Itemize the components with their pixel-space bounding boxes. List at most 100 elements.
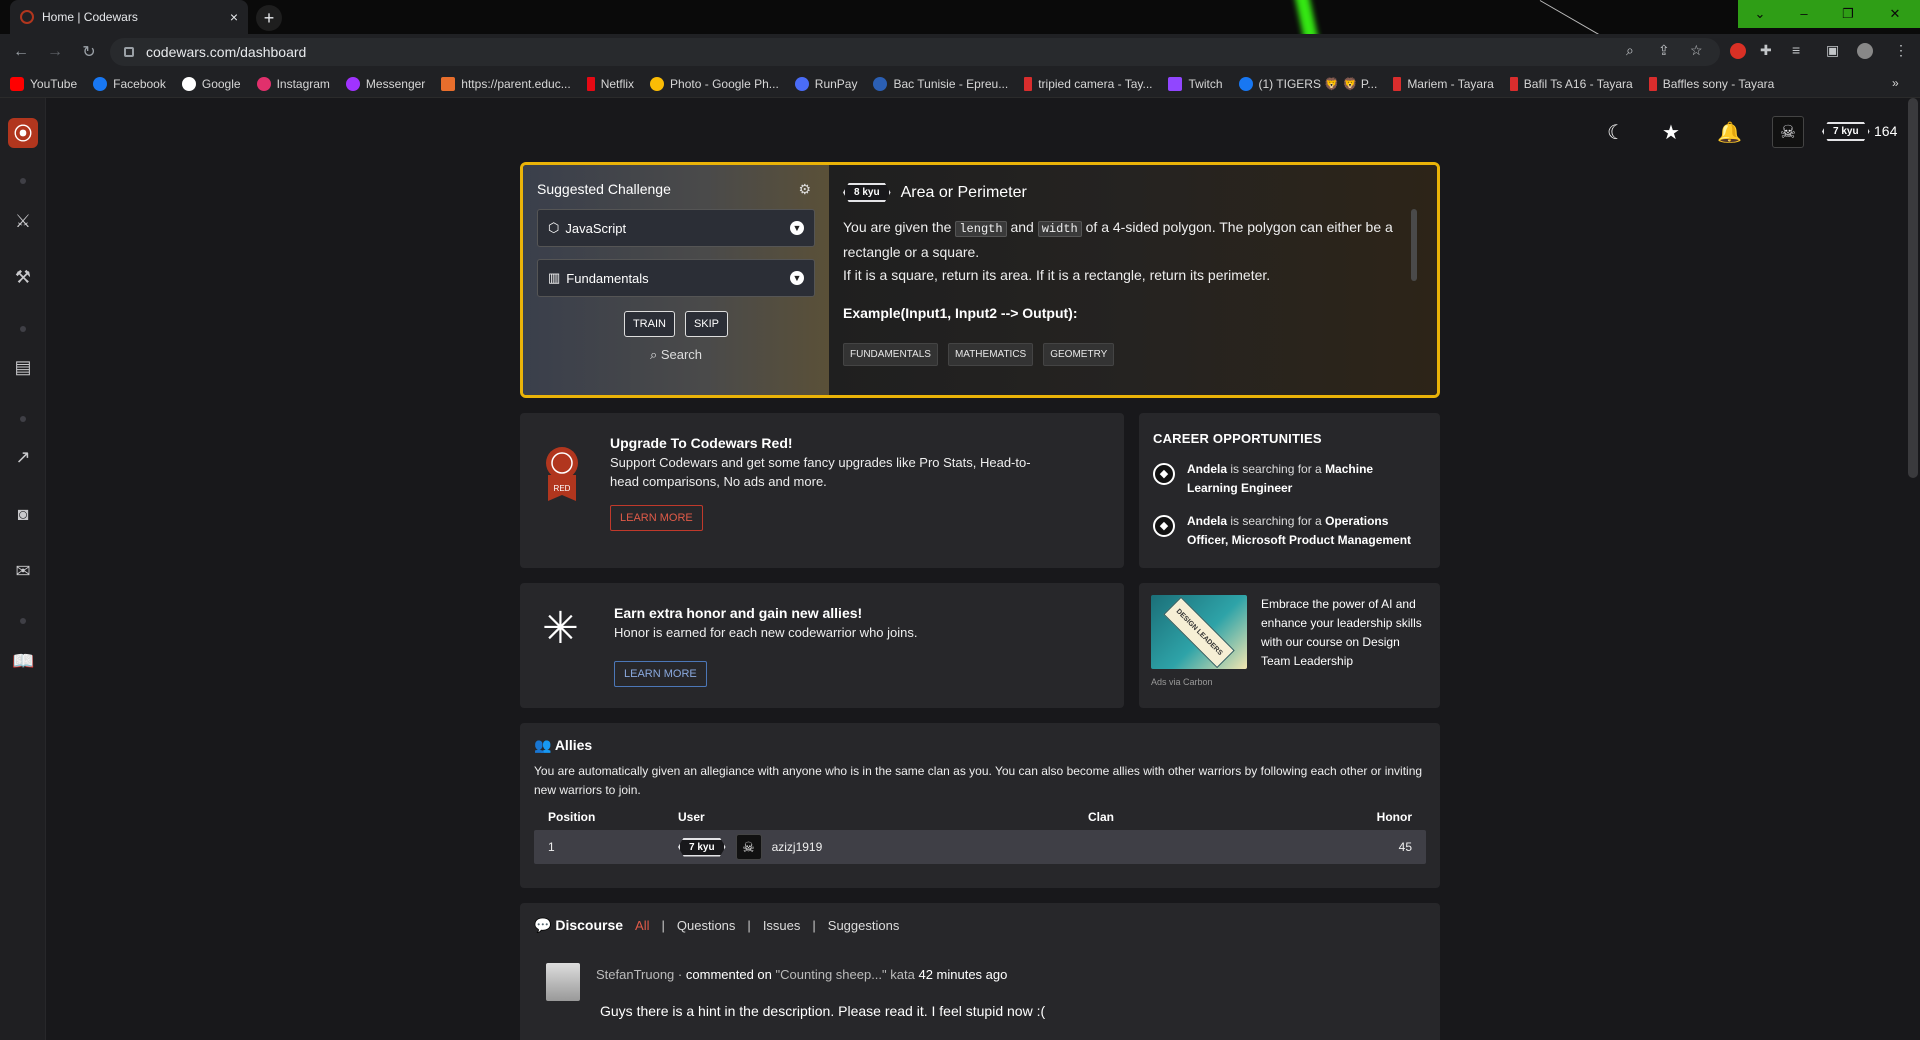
- bookmark-item[interactable]: RunPay: [794, 76, 858, 91]
- bookmarks-icon[interactable]: ★: [1662, 120, 1680, 145]
- username[interactable]: azizj1919: [772, 840, 823, 854]
- bookmark-item[interactable]: tripied camera - Tay...: [1024, 76, 1152, 91]
- train-button[interactable]: TRAIN: [623, 311, 675, 337]
- minimize-button[interactable]: –: [1782, 0, 1826, 28]
- ad-image[interactable]: DESIGN LEADERS: [1151, 595, 1247, 669]
- book-icon[interactable]: 📖: [12, 650, 34, 672]
- new-tab-button[interactable]: +: [256, 5, 282, 31]
- honor-count: 164: [1874, 123, 1898, 139]
- carbon-ad-card[interactable]: DESIGN LEADERS Embrace the power of AI a…: [1139, 583, 1440, 708]
- upgrade-text: Support Codewars and get some fancy upgr…: [610, 455, 1031, 489]
- tab-suggestions[interactable]: Suggestions: [828, 918, 900, 933]
- starburst-icon: ✳: [542, 604, 579, 653]
- settings-gear-icon[interactable]: ⚙: [798, 181, 811, 198]
- extensions-puzzle-icon[interactable]: ✚: [1760, 42, 1772, 59]
- practice-icon[interactable]: ⚒: [12, 266, 34, 288]
- bookmark-item[interactable]: Photo - Google Ph...: [650, 76, 779, 91]
- chat-icon[interactable]: ✉: [12, 560, 34, 582]
- tag[interactable]: MATHEMATICS: [947, 343, 1034, 366]
- bookmark-item[interactable]: Mariem - Tayara: [1393, 76, 1494, 91]
- bookmark-item[interactable]: Google: [181, 76, 241, 91]
- reload-icon[interactable]: ↻: [76, 42, 102, 62]
- poster-avatar[interactable]: [546, 963, 580, 1001]
- language-select[interactable]: ⬡ JavaScript ▼: [537, 209, 815, 247]
- learn-more-button[interactable]: LEARN MORE: [614, 661, 707, 687]
- address-bar[interactable]: codewars.com/dashboard: [110, 38, 1720, 66]
- tayara-icon: [1648, 76, 1657, 91]
- user-avatar: ☠: [735, 834, 762, 860]
- position-cell: 1: [548, 840, 555, 854]
- bookmark-item[interactable]: Bac Tunisie - Epreu...: [873, 76, 1008, 91]
- bookmark-label: RunPay: [814, 76, 858, 91]
- tab-close-button[interactable]: ×: [230, 9, 238, 25]
- tag[interactable]: FUNDAMENTALS: [843, 343, 938, 366]
- page-scrollbar[interactable]: [1908, 98, 1918, 478]
- tag[interactable]: GEOMETRY: [1043, 343, 1115, 366]
- bac-tunisie-icon: [873, 76, 888, 91]
- back-icon[interactable]: ←: [8, 43, 34, 61]
- leaderboard-trend-icon[interactable]: ↗: [12, 446, 34, 468]
- restore-button[interactable]: ❐: [1826, 0, 1870, 28]
- side-panel-icon[interactable]: ▣: [1826, 42, 1839, 59]
- column-header: Clan: [1088, 810, 1115, 824]
- rank-badge[interactable]: 7 kyu: [1822, 122, 1870, 141]
- facebook-icon: [93, 76, 108, 91]
- bookmark-star-icon[interactable]: ☆: [1690, 42, 1703, 59]
- forward-icon[interactable]: →: [42, 43, 68, 61]
- bookmark-item[interactable]: https://parent.educ...: [441, 76, 571, 91]
- category-select[interactable]: ▥ Fundamentals ▼: [537, 259, 815, 297]
- sidebar-divider: [20, 416, 26, 422]
- dark-mode-moon-icon[interactable]: ☾: [1607, 120, 1625, 145]
- allies-title: Allies: [554, 737, 593, 753]
- reading-list-icon[interactable]: ≡: [1792, 42, 1800, 58]
- browser-toolbar: ← → ↻ codewars.com/dashboard ⌕ ⇪ ☆ ✚ ≡ ▣…: [0, 34, 1920, 70]
- discord-icon[interactable]: ◙: [12, 503, 34, 525]
- bookmark-item[interactable]: Netflix: [586, 76, 634, 91]
- learn-more-button[interactable]: LEARN MORE: [610, 505, 703, 531]
- user-cell[interactable]: 7 kyu ☠ azizj1919: [678, 834, 1088, 860]
- suggested-challenge-panel: Suggested Challenge ⚙ ⬡ JavaScript ▼ ▥ F…: [520, 162, 1440, 398]
- tab-separator: |: [661, 918, 665, 933]
- bookmark-item[interactable]: Facebook: [93, 76, 166, 91]
- tab-search-button[interactable]: ⌄: [1738, 0, 1782, 28]
- ad-via-link[interactable]: Ads via Carbon: [1151, 677, 1213, 687]
- description-scrollbar[interactable]: [1411, 209, 1417, 281]
- bookmark-item[interactable]: (1) TIGERS 🦁 🦁 P...: [1238, 76, 1377, 91]
- training-icon[interactable]: ⚔: [12, 210, 34, 232]
- share-icon[interactable]: ⇪: [1658, 42, 1670, 59]
- menu-kebab-icon[interactable]: ⋮: [1894, 42, 1908, 59]
- close-window-button[interactable]: ✕: [1870, 0, 1920, 28]
- post-target[interactable]: "Counting sheep..." kata: [776, 967, 915, 982]
- skip-button[interactable]: SKIP: [684, 311, 729, 337]
- tab-issues[interactable]: Issues: [763, 918, 801, 933]
- tab-separator: |: [812, 918, 816, 933]
- upgrade-title: Upgrade To Codewars Red!: [610, 435, 793, 451]
- bookmark-item[interactable]: Baffles sony - Tayara: [1648, 76, 1774, 91]
- bookmark-item[interactable]: Twitch: [1168, 76, 1223, 91]
- zoom-icon[interactable]: ⌕: [1626, 42, 1634, 59]
- ad-text[interactable]: Embrace the power of AI and enhance your…: [1261, 595, 1429, 671]
- notifications-bell-icon[interactable]: 🔔: [1717, 120, 1742, 145]
- sidebar-divider: [20, 178, 26, 184]
- job-listing[interactable]: ◆ Andela is searching for a Machine Lear…: [1153, 460, 1426, 498]
- bookmark-item[interactable]: Bafil Ts A16 - Tayara: [1509, 76, 1633, 91]
- tayara-icon: [1393, 76, 1402, 91]
- bookmark-item[interactable]: Instagram: [256, 76, 330, 91]
- tab-questions[interactable]: Questions: [677, 918, 736, 933]
- bookmarks-overflow-button[interactable]: »: [1892, 76, 1899, 90]
- search-link[interactable]: ⌕ Search: [537, 347, 815, 363]
- briefcase-icon[interactable]: ▤: [12, 356, 34, 378]
- job-listing[interactable]: ◆ Andela is searching for a Operations O…: [1153, 512, 1426, 550]
- user-avatar[interactable]: ☠: [1772, 116, 1804, 148]
- codewars-logo-icon[interactable]: ⦿: [8, 118, 38, 148]
- desc-text: You are given the: [843, 219, 956, 235]
- profile-avatar-icon[interactable]: [1857, 43, 1873, 59]
- extension-icon[interactable]: [1730, 43, 1746, 59]
- bookmark-item[interactable]: YouTube: [10, 76, 77, 91]
- kata-title[interactable]: Area or Perimeter: [901, 184, 1027, 202]
- browser-tab[interactable]: Home | Codewars ×: [10, 0, 248, 34]
- desc-text: If it is a square, return its area. If i…: [843, 267, 1271, 283]
- tab-all[interactable]: All: [635, 918, 649, 933]
- poster-name[interactable]: StefanTruong: [596, 967, 674, 982]
- bookmark-item[interactable]: Messenger: [345, 76, 425, 91]
